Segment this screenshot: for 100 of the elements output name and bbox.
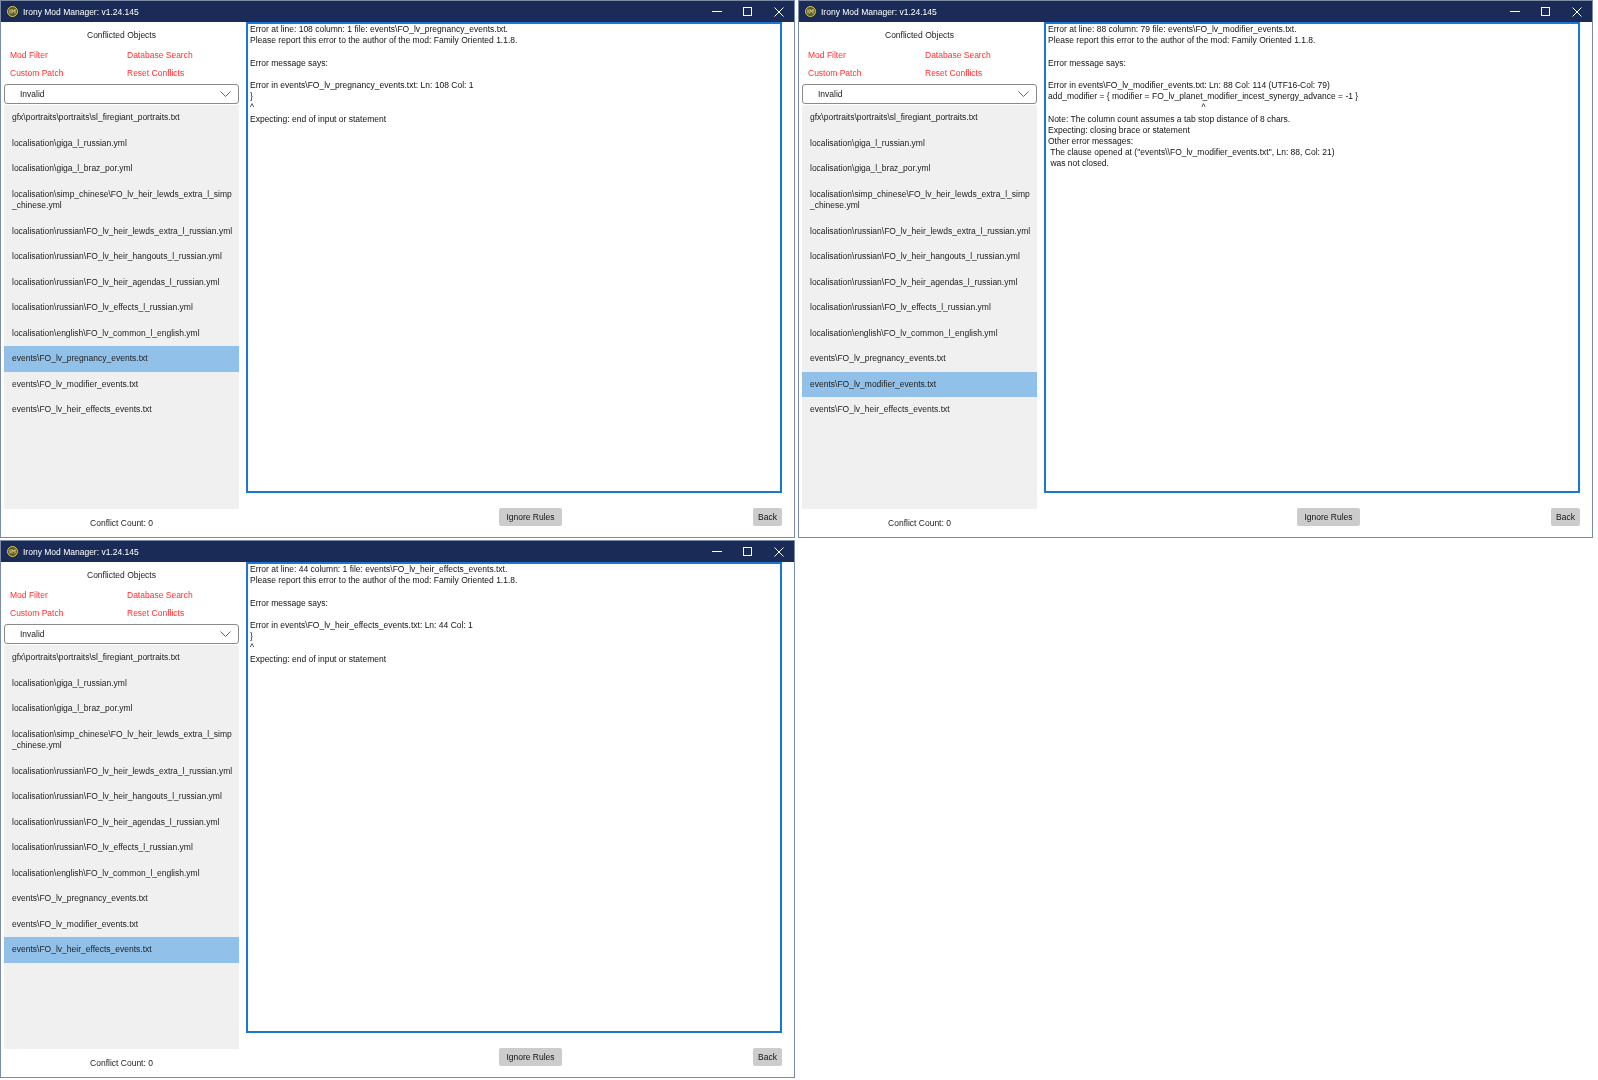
error-text-line: Please report this error to the author of the mod: Family Oriented 1.1.8. (1048, 35, 1316, 46)
conflict-list-item[interactable]: events\FO_lv_modifier_events.txt (4, 911, 239, 937)
error-text-line: Error in events\FO_lv_modifier_events.txt: Ln: 88 Col: 114 (UTF16-Col: 79) (1048, 80, 1330, 90)
ignore-rules-button[interactable]: Ignore Rules (499, 508, 562, 526)
action-link[interactable]: Database Search (127, 49, 193, 61)
error-text-line: Other error messages: (1048, 136, 1134, 146)
conflict-list-item[interactable]: gfx\portraits\portraits\sl_firegiant_portraits.txt (802, 105, 1037, 131)
error-text-line: Expecting: end of input or statement (250, 113, 387, 124)
app-logo-icon (7, 6, 18, 17)
error-text-area[interactable] (1044, 22, 1580, 493)
error-text-line: Error message says: (250, 57, 328, 68)
action-link[interactable]: Custom Patch (10, 67, 64, 79)
conflict-list-item[interactable]: localisation\russian\FO_lv_heir_hangouts_l_russian.yml (802, 244, 1037, 270)
conflict-count-label: Conflict Count: 0 (90, 517, 153, 529)
conflict-list-item[interactable]: localisation\english\FO_lv_common_l_english.yml (4, 320, 239, 346)
window-title: Irony Mod Manager: v1.24.145 (23, 5, 139, 18)
conflict-count-label: Conflict Count: 0 (90, 1057, 153, 1069)
conflict-list-item[interactable]: events\FO_lv_heir_effects_events.txt (4, 937, 239, 963)
conflict-list-item[interactable]: localisation\giga_l_russian.yml (4, 130, 239, 156)
conflict-list-item[interactable]: localisation\simp_chinese\FO_lv_heir_lewds_extra_l_simp_chinese.yml (802, 181, 1037, 219)
action-link[interactable]: Reset Conflicts (925, 67, 983, 79)
ignore-rules-button[interactable]: Ignore Rules (1297, 508, 1360, 526)
error-text-line: was not closed. (1050, 158, 1109, 169)
conflict-list-item[interactable]: gfx\portraits\portraits\sl_firegiant_portraits.txt (4, 105, 239, 131)
maximize-icon (743, 547, 752, 556)
filter-dropdown[interactable]: Invalid (4, 624, 239, 644)
conflict-list-item[interactable]: events\FO_lv_heir_effects_events.txt (802, 397, 1037, 423)
conflict-list-item[interactable]: gfx\portraits\portraits\sl_firegiant_portraits.txt (4, 645, 239, 671)
conflict-list-item[interactable]: localisation\giga_l_braz_por.yml (4, 156, 239, 182)
conflict-list-item[interactable]: localisation\russian\FO_lv_heir_lewds_extra_l_russian.yml (4, 218, 239, 244)
conflict-list-item[interactable]: localisation\simp_chinese\FO_lv_heir_lewds_extra_l_simp_chinese.yml (4, 181, 239, 219)
filter-dropdown[interactable]: Invalid (802, 84, 1037, 104)
action-link[interactable]: Custom Patch (10, 607, 64, 619)
action-link[interactable]: Reset Conflicts (127, 607, 185, 619)
conflict-list-item[interactable]: events\FO_lv_pregnancy_events.txt (4, 886, 239, 912)
conflict-list-item[interactable]: events\FO_lv_modifier_events.txt (4, 371, 239, 397)
error-text-area[interactable] (246, 22, 782, 493)
filter-dropdown[interactable]: Invalid (4, 84, 239, 104)
conflict-list-item[interactable]: localisation\russian\FO_lv_heir_hangouts_l_russian.yml (4, 784, 239, 810)
conflict-list-item[interactable]: localisation\russian\FO_lv_heir_lewds_extra_l_russian.yml (4, 758, 239, 784)
error-text-line: Note: The column count assumes a tab stop distance of 8 chars. (1048, 113, 1291, 124)
app-logo-icon (7, 546, 18, 557)
close-icon (1571, 6, 1582, 17)
maximize-icon (1541, 7, 1550, 16)
error-text-line: Error at line: 88 column: 79 file: events\FO_lv_modifier_events.txt. (1048, 24, 1297, 34)
action-link[interactable]: Reset Conflicts (127, 67, 185, 79)
error-text-line: Error message says: (1048, 57, 1126, 68)
conflict-list-item[interactable]: localisation\simp_chinese\FO_lv_heir_lewds_extra_l_simp_chinese.yml (4, 721, 239, 759)
conflict-list-item[interactable]: localisation\russian\FO_lv_heir_agendas_l_russian.yml (802, 269, 1037, 295)
conflict-list-item[interactable]: localisation\giga_l_russian.yml (802, 130, 1037, 156)
back-button[interactable]: Back (1551, 508, 1580, 526)
minimize-icon (711, 551, 722, 552)
back-button[interactable]: Back (753, 508, 782, 526)
conflict-list-item[interactable]: localisation\russian\FO_lv_effects_l_russian.yml (4, 295, 239, 321)
action-link[interactable]: Mod Filter (10, 589, 48, 601)
error-text-line: Please report this error to the author of the mod: Family Oriented 1.1.8. (250, 35, 518, 46)
close-icon (773, 6, 784, 17)
error-text-line: Error in events\FO_lv_heir_effects_events.txt: Ln: 44 Col: 1 (250, 620, 473, 630)
conflict-list-item[interactable]: events\FO_lv_pregnancy_events.txt (4, 346, 239, 372)
conflict-list-item[interactable]: localisation\giga_l_braz_por.yml (4, 696, 239, 722)
conflict-list-item[interactable]: localisation\russian\FO_lv_heir_hangouts_l_russian.yml (4, 244, 239, 270)
conflict-list-item[interactable]: localisation\giga_l_russian.yml (4, 670, 239, 696)
window-title: Irony Mod Manager: v1.24.145 (821, 5, 937, 18)
back-button[interactable]: Back (753, 1048, 782, 1066)
error-text-line: Error message says: (250, 597, 328, 608)
conflict-list-item[interactable]: localisation\english\FO_lv_common_l_english.yml (4, 860, 239, 886)
error-text-line: The clause opened at ("events\\FO_lv_modifier_events.txt", Ln: 88, Col: 21) (1050, 147, 1335, 158)
panel-heading: Conflicted Objects (87, 29, 156, 41)
error-text-line: Error at line: 108 column: 1 file: events\FO_lv_pregnancy_events.txt. (250, 24, 508, 34)
conflict-list-item[interactable]: events\FO_lv_pregnancy_events.txt (802, 346, 1037, 372)
app-logo-icon (805, 6, 816, 17)
error-text-line: ^ (1201, 102, 1206, 113)
panel-heading: Conflicted Objects (885, 29, 954, 41)
action-link[interactable]: Database Search (925, 49, 991, 61)
conflict-list-item[interactable]: events\FO_lv_heir_effects_events.txt (4, 397, 239, 423)
conflict-list-item[interactable]: localisation\english\FO_lv_common_l_english.yml (802, 320, 1037, 346)
error-text-line: Error at line: 44 column: 1 file: events\FO_lv_heir_effects_events.txt. (250, 564, 508, 574)
conflict-list-item[interactable]: localisation\russian\FO_lv_heir_lewds_extra_l_russian.yml (802, 218, 1037, 244)
action-link[interactable]: Database Search (127, 589, 193, 601)
conflict-list-item[interactable]: localisation\giga_l_braz_por.yml (802, 156, 1037, 182)
close-icon (773, 546, 784, 557)
error-text-line: ^ (250, 102, 254, 113)
error-text-line: add_modifier = { modifier = FO_lv_planet_modifier_incest_synergy_advance = -1 } (1048, 91, 1359, 102)
action-link[interactable]: Mod Filter (10, 49, 48, 61)
minimize-icon (1509, 11, 1520, 12)
error-text-line: Error in events\FO_lv_pregnancy_events.txt: Ln: 108 Col: 1 (250, 80, 474, 90)
error-text-line: } (250, 631, 253, 642)
maximize-icon (743, 7, 752, 16)
window-title: Irony Mod Manager: v1.24.145 (23, 545, 139, 558)
chevron-down-icon (220, 91, 231, 97)
conflict-list-item[interactable]: localisation\russian\FO_lv_heir_agendas_l_russian.yml (4, 269, 239, 295)
conflict-list-item[interactable]: localisation\russian\FO_lv_effects_l_russian.yml (802, 295, 1037, 321)
conflict-list-item[interactable]: localisation\russian\FO_lv_heir_agendas_l_russian.yml (4, 809, 239, 835)
conflict-count-label: Conflict Count: 0 (888, 517, 951, 529)
conflict-list-item[interactable]: events\FO_lv_modifier_events.txt (802, 371, 1037, 397)
action-link[interactable]: Custom Patch (808, 67, 862, 79)
error-text-area[interactable] (246, 562, 782, 1033)
conflict-list-item[interactable]: localisation\russian\FO_lv_effects_l_russian.yml (4, 835, 239, 861)
ignore-rules-button[interactable]: Ignore Rules (499, 1048, 562, 1066)
action-link[interactable]: Mod Filter (808, 49, 846, 61)
